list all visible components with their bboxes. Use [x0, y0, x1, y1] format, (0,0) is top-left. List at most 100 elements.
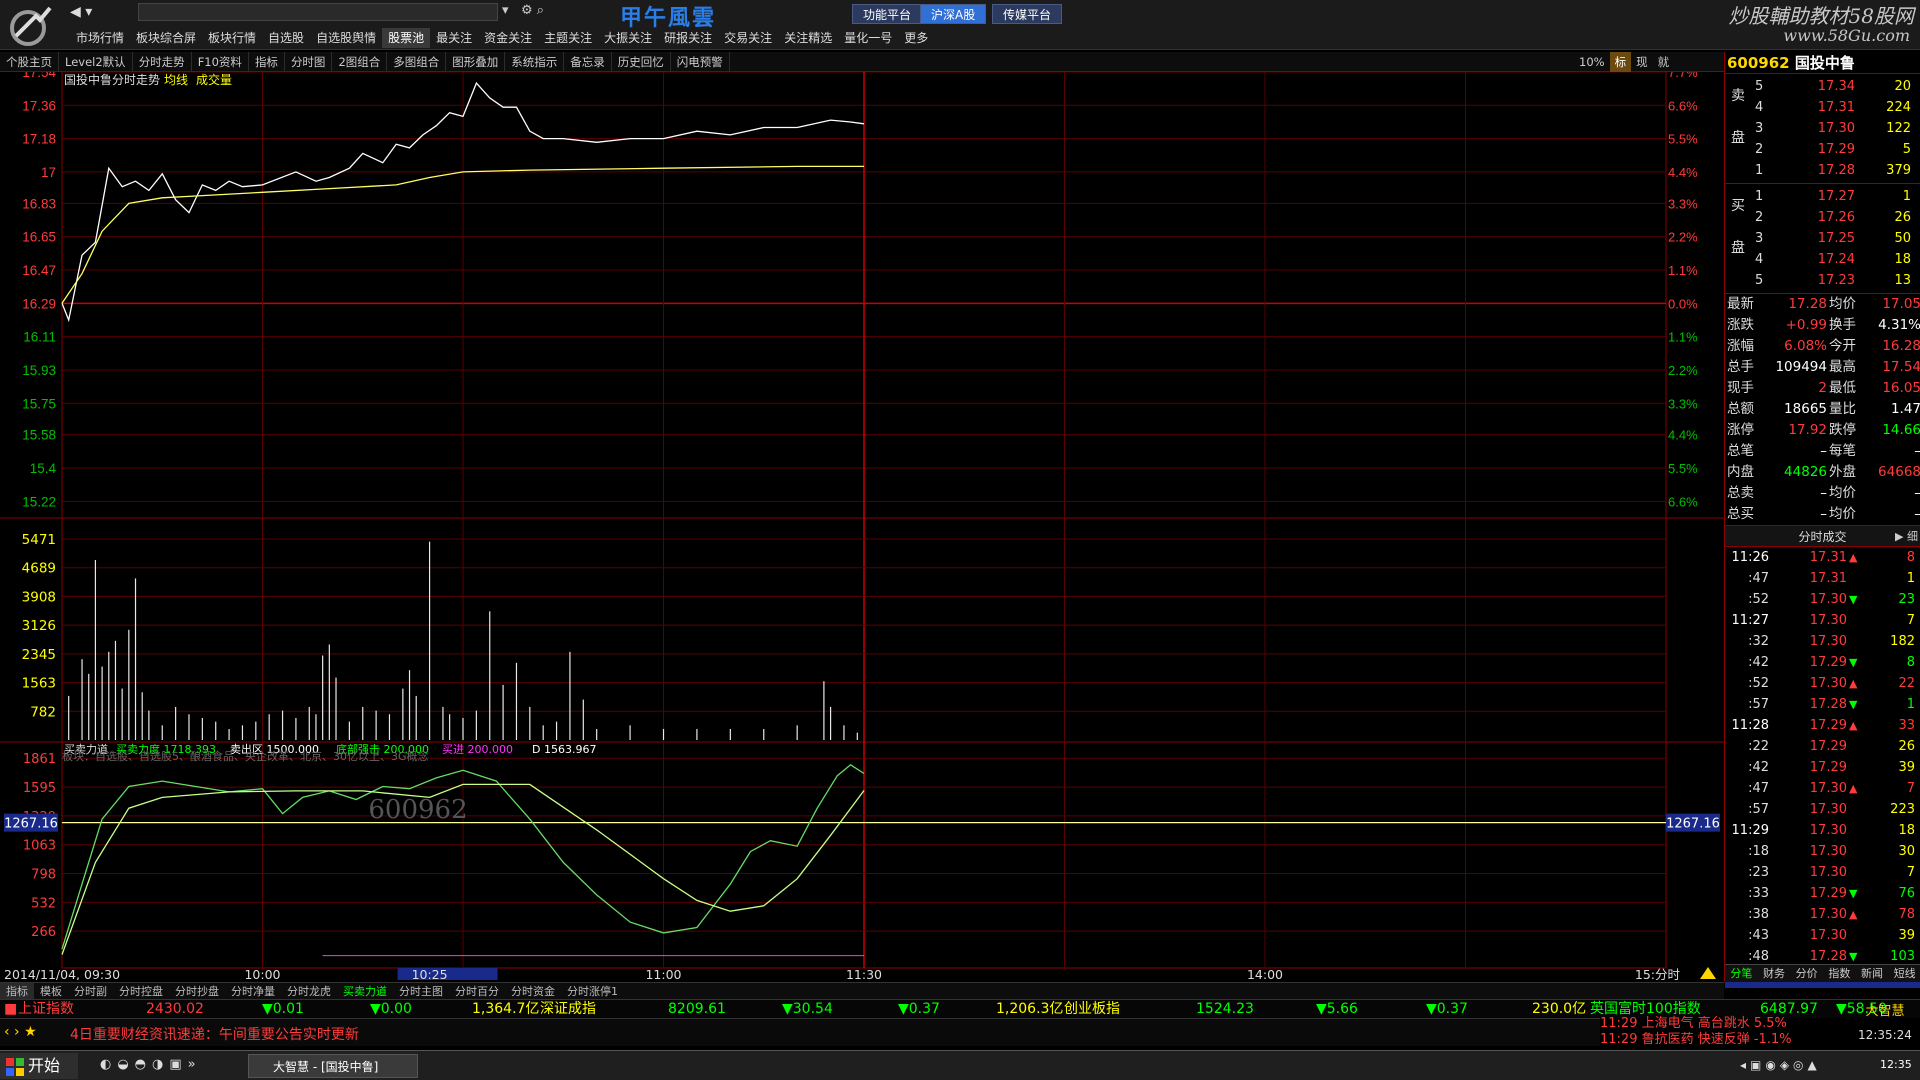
- tick-row[interactable]: 11:28 17.29 ▲ 33: [1725, 715, 1920, 736]
- toolbar-item[interactable]: 2图组合: [332, 52, 388, 71]
- index-cy-name[interactable]: 创业板指: [1064, 1000, 1120, 1019]
- indicator-tab[interactable]: 指标: [0, 983, 34, 999]
- quote-panel-tab[interactable]: 分笔: [1725, 965, 1758, 982]
- tool-icon[interactable]: ⚙: [521, 3, 533, 18]
- quote-panel-tab[interactable]: 财务: [1758, 965, 1791, 982]
- indicator-tab[interactable]: 分时净量: [225, 983, 281, 999]
- book-row[interactable]: 3 17.30 122: [1725, 118, 1920, 139]
- index-sz-name[interactable]: 深证成指: [540, 1000, 596, 1019]
- alert-item[interactable]: 11:29 鲁抗医药 快速反弹 -1.1%: [1600, 1032, 1850, 1048]
- menu-item[interactable]: 板块行情: [202, 28, 262, 48]
- tick-row[interactable]: :18 17.30 30: [1725, 841, 1920, 862]
- indicator-tab[interactable]: 模板: [34, 983, 68, 999]
- search-icon[interactable]: ⌕: [537, 3, 544, 18]
- toolbar-right-item[interactable]: 10%: [1574, 52, 1610, 72]
- tick-row[interactable]: :47 17.30 ▲ 7: [1725, 778, 1920, 799]
- tick-row[interactable]: :33 17.29 ▼ 76: [1725, 883, 1920, 904]
- news-nav-icons[interactable]: ‹ › ★: [4, 1024, 37, 1040]
- toolbar-item[interactable]: 分时走势: [133, 52, 192, 71]
- menu-item[interactable]: 关注精选: [778, 28, 838, 48]
- back-forward-buttons[interactable]: ◀ ▾: [70, 4, 92, 20]
- system-tray-icons[interactable]: ◂▣◉◈◎▲: [1740, 1058, 1821, 1072]
- tick-row[interactable]: :42 17.29 39: [1725, 757, 1920, 778]
- indicator-tab[interactable]: 分时主图: [393, 983, 449, 999]
- quick-launch-icons[interactable]: ◐◒◓◑▣»: [100, 1057, 202, 1072]
- quote-panel-tab[interactable]: 分价: [1790, 965, 1823, 982]
- indicator-tab[interactable]: 分时龙虎: [281, 983, 337, 999]
- toolbar-item[interactable]: 备忘录: [564, 52, 612, 71]
- tick-row[interactable]: 11:27 17.30 7: [1725, 610, 1920, 631]
- tick-row[interactable]: 11:29 17.30 18: [1725, 820, 1920, 841]
- indicator-tab[interactable]: 分时资金: [505, 983, 561, 999]
- start-button[interactable]: 开始: [0, 1053, 78, 1079]
- search-tools[interactable]: ▾ ⚙ ⌕: [502, 3, 544, 18]
- toolbar-right-item[interactable]: 就: [1653, 52, 1675, 72]
- menu-item[interactable]: 自选股舆情: [310, 28, 382, 48]
- platform-tab-ashares[interactable]: 沪深A股: [920, 4, 987, 24]
- menu-item[interactable]: 研报关注: [658, 28, 718, 48]
- ticks-header[interactable]: 分时成交 ▶ 细: [1725, 525, 1920, 547]
- tick-row[interactable]: :52 17.30 ▼ 23: [1725, 589, 1920, 610]
- tick-row[interactable]: :57 17.30 223: [1725, 799, 1920, 820]
- index-sh-name[interactable]: 上证指数: [18, 1000, 74, 1019]
- book-row[interactable]: 1 17.27 1: [1725, 186, 1920, 207]
- menu-item[interactable]: 自选股: [262, 28, 310, 48]
- indicator-tab[interactable]: 分时抄盘: [169, 983, 225, 999]
- quote-panel-tab[interactable]: 新闻: [1856, 965, 1889, 982]
- book-row[interactable]: 4 17.31 224: [1725, 97, 1920, 118]
- news-ticker[interactable]: ‹ › ★ 4日重要财经资讯速递：午间重要公告实时更新: [0, 1018, 1600, 1046]
- ticks-detail-button[interactable]: ▶ 细: [1895, 526, 1918, 548]
- alert-item[interactable]: 11:29 上海电气 高台跳水 5.5%: [1600, 1016, 1850, 1032]
- menu-item[interactable]: 股票池: [382, 28, 431, 48]
- indicator-tab[interactable]: 分时涨停1: [561, 983, 624, 999]
- quote-panel-tab[interactable]: 短线: [1888, 965, 1920, 982]
- search-input[interactable]: [138, 3, 498, 21]
- indicator-tab[interactable]: 分时副: [68, 983, 113, 999]
- menu-item[interactable]: 交易关注: [718, 28, 778, 48]
- toolbar-item[interactable]: 多图组合: [387, 52, 447, 71]
- tick-row[interactable]: :22 17.29 26: [1725, 736, 1920, 757]
- platform-tab-function[interactable]: 功能平台: [852, 4, 923, 24]
- tick-row[interactable]: :32 17.30 182: [1725, 631, 1920, 652]
- tick-row[interactable]: :52 17.30 ▲ 22: [1725, 673, 1920, 694]
- tick-row[interactable]: :43 17.30 39: [1725, 925, 1920, 946]
- toolbar-item[interactable]: 闪电预警: [671, 52, 730, 71]
- menu-item[interactable]: 大振关注: [598, 28, 658, 48]
- menu-item[interactable]: 板块综合屏: [130, 28, 202, 48]
- menu-item[interactable]: 量化一号: [838, 28, 898, 48]
- book-row[interactable]: 3 17.25 50: [1725, 228, 1920, 249]
- alert-list[interactable]: 11:29 上海电气 高台跳水 5.5% 11:29 鲁抗医药 快速反弹 -1.…: [1600, 1016, 1850, 1048]
- tick-row[interactable]: 11:26 17.31 ▲ 8: [1725, 547, 1920, 568]
- toolbar-item[interactable]: 系统指示: [505, 52, 565, 71]
- menu-item[interactable]: 主题关注: [538, 28, 598, 48]
- quote-panel-tab[interactable]: 指数: [1823, 965, 1856, 982]
- tick-row[interactable]: :57 17.28 ▼ 1: [1725, 694, 1920, 715]
- taskbar-app-button[interactable]: 大智慧 - [国投中鲁]: [248, 1054, 418, 1078]
- news-text[interactable]: 4日重要财经资讯速递：午间重要公告实时更新: [70, 1024, 359, 1044]
- toolbar-item[interactable]: F10资料: [192, 52, 249, 71]
- book-row[interactable]: 4 17.24 18: [1725, 249, 1920, 270]
- intraday-chart[interactable]: 17.54 7.7% 17.36 6.6% 17.18 5.5% 17 4.4% 16.83 3.…: [0, 72, 1724, 980]
- menu-item[interactable]: 最关注: [430, 28, 478, 48]
- toolbar-item[interactable]: 指标: [249, 52, 285, 71]
- indicator-tab[interactable]: 买卖力道: [337, 983, 393, 999]
- toolbar-item[interactable]: 分时图: [285, 52, 333, 71]
- book-row[interactable]: 1 17.28 379: [1725, 160, 1920, 181]
- tick-row[interactable]: :23 17.30 7: [1725, 862, 1920, 883]
- toolbar-right-item[interactable]: 标: [1609, 52, 1632, 72]
- book-row[interactable]: 2 17.29 5: [1725, 139, 1920, 160]
- menu-item[interactable]: 市场行情: [70, 28, 130, 48]
- tick-list[interactable]: 11:26 17.31 ▲ 8:47 17.31 1:52 17.30 ▼ 23 11:27 17.…: [1725, 547, 1920, 988]
- book-row[interactable]: 5 17.23 13: [1725, 270, 1920, 291]
- toolbar-item[interactable]: 图形叠加: [446, 52, 506, 71]
- indicator-tab[interactable]: 分时控盘: [113, 983, 169, 999]
- book-row[interactable]: 5 17.34 20: [1725, 76, 1920, 97]
- platform-tab-media[interactable]: 传媒平台: [992, 4, 1063, 24]
- tick-row[interactable]: :42 17.29 ▼ 8: [1725, 652, 1920, 673]
- menu-item[interactable]: 更多: [898, 28, 934, 48]
- tick-row[interactable]: :47 17.31 1: [1725, 568, 1920, 589]
- toolbar-item[interactable]: 历史回忆: [612, 52, 671, 71]
- toolbar-right-item[interactable]: 现: [1631, 52, 1653, 72]
- indicator-tab[interactable]: 分时百分: [449, 983, 505, 999]
- toolbar-item[interactable]: 个股主页: [0, 52, 59, 71]
